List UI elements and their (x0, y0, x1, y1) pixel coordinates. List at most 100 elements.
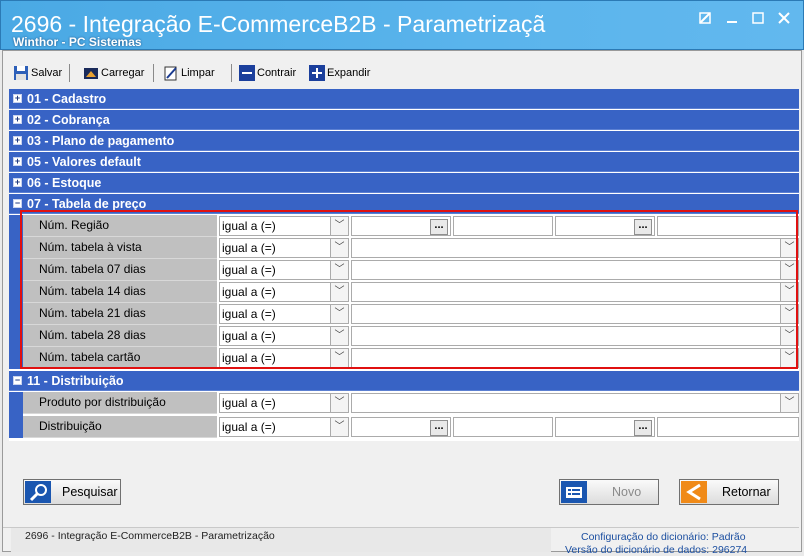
operator-select[interactable]: igual a (=) ﹀ (219, 417, 349, 437)
search-button[interactable]: Pesquisar (23, 479, 121, 505)
chevron-down-icon[interactable]: ﹀ (780, 261, 798, 279)
operator-select[interactable]: igual a (=) ﹀ (219, 326, 349, 346)
toolbar-separator (231, 64, 232, 82)
operator-select[interactable]: igual a (=) ﹀ (219, 260, 349, 280)
section-cobranca[interactable]: +02 - Cobrança (9, 110, 799, 130)
chevron-down-icon[interactable]: ﹀ (780, 283, 798, 301)
chevron-down-icon[interactable]: ﹀ (780, 239, 798, 257)
value-from-desc (453, 216, 553, 236)
collapse-button[interactable]: Contrair (239, 64, 296, 82)
chevron-down-icon[interactable]: ﹀ (330, 418, 348, 436)
chevron-down-icon[interactable]: ﹀ (330, 283, 348, 301)
maximize-icon[interactable] (749, 11, 767, 27)
new-record-icon (560, 480, 590, 504)
value-to-input[interactable]: ... (555, 216, 655, 236)
value-to-input[interactable]: ... (555, 417, 655, 437)
chevron-down-icon[interactable]: ﹀ (330, 394, 348, 412)
ellipsis-button[interactable]: ... (430, 219, 448, 235)
value-select[interactable]: ﹀ (351, 348, 799, 368)
operator-select[interactable]: igual a (=) ﹀ (219, 282, 349, 302)
collapse-toggle-icon[interactable]: − (13, 199, 22, 208)
row-label: Distribuição (23, 416, 217, 438)
table-row: Núm. tabela 07 dias igual a (=) ﹀ ﹀ (23, 259, 799, 281)
toolbar-separator (153, 64, 154, 82)
value-from-input[interactable]: ... (351, 417, 451, 437)
value-select[interactable]: ﹀ (351, 238, 799, 258)
section-tabela-preco-rows: Núm. Região igual a (=) ﹀ ... ... Núm. ta… (9, 215, 799, 369)
expand-toggle-icon[interactable]: + (13, 136, 22, 145)
value-select[interactable]: ﹀ (351, 260, 799, 280)
section-tabela-preco[interactable]: −07 - Tabela de preço (9, 194, 799, 214)
expand-icon (309, 65, 325, 81)
collapse-icon (239, 65, 255, 81)
operator-select[interactable]: igual a (=) ﹀ (219, 238, 349, 258)
section-valores-default[interactable]: +05 - Valores default (9, 152, 799, 172)
operator-select[interactable]: igual a (=) ﹀ (219, 304, 349, 324)
chevron-down-icon[interactable]: ﹀ (780, 349, 798, 367)
close-icon[interactable] (775, 11, 793, 27)
save-button[interactable]: Salvar (13, 64, 62, 82)
load-icon (83, 65, 99, 81)
chevron-down-icon[interactable]: ﹀ (330, 327, 348, 345)
row-label: Núm. tabela 21 dias (23, 303, 217, 325)
chevron-down-icon[interactable]: ﹀ (330, 217, 348, 235)
ellipsis-button[interactable]: ... (634, 420, 652, 436)
expand-label: Expandir (327, 67, 371, 79)
expand-toggle-icon[interactable]: + (13, 178, 22, 187)
load-button[interactable]: Carregar (83, 64, 144, 82)
section-plano-pagamento[interactable]: +03 - Plano de pagamento (9, 131, 799, 151)
operator-select[interactable]: igual a (=) ﹀ (219, 348, 349, 368)
restore-icon[interactable] (696, 11, 714, 27)
expand-toggle-icon[interactable]: + (13, 157, 22, 166)
value-select[interactable]: ﹀ (351, 393, 799, 413)
back-label: Retornar (722, 485, 771, 499)
expand-toggle-icon[interactable]: + (13, 115, 22, 124)
ellipsis-button[interactable]: ... (430, 420, 448, 436)
toolbar: Salvar Carregar Limpar Contrair Expandir (3, 51, 799, 91)
operator-select[interactable]: igual a (=) ﹀ (219, 216, 349, 236)
chevron-down-icon[interactable]: ﹀ (780, 327, 798, 345)
save-label: Salvar (31, 67, 63, 79)
chevron-down-icon[interactable]: ﹀ (780, 394, 798, 412)
row-label: Núm. Região (23, 215, 217, 237)
status-version: Versão do dicionário de dados: 296274 (565, 544, 748, 556)
value-from-input[interactable]: ... (351, 216, 451, 236)
load-label: Carregar (101, 67, 145, 79)
section-title: 01 - Cadastro (27, 92, 107, 106)
table-row: Núm. tabela à vista igual a (=) ﹀ ﹀ (23, 237, 799, 259)
table-row: Núm. tabela 21 dias igual a (=) ﹀ ﹀ (23, 303, 799, 325)
value-select[interactable]: ﹀ (351, 282, 799, 302)
new-button[interactable]: Novo (559, 479, 659, 505)
operator-select[interactable]: igual a (=) ﹀ (219, 393, 349, 413)
ellipsis-button[interactable]: ... (634, 219, 652, 235)
chevron-down-icon[interactable]: ﹀ (330, 349, 348, 367)
value-to-desc (657, 417, 799, 437)
table-row: Núm. tabela 28 dias igual a (=) ﹀ ﹀ (23, 325, 799, 347)
chevron-down-icon[interactable]: ﹀ (330, 261, 348, 279)
clear-button[interactable]: Limpar (163, 64, 215, 82)
clear-icon (163, 65, 179, 81)
minimize-icon[interactable] (723, 11, 741, 27)
chevron-down-icon[interactable]: ﹀ (780, 305, 798, 323)
new-label: Novo (612, 485, 642, 499)
value-select[interactable]: ﹀ (351, 304, 799, 324)
value-select[interactable]: ﹀ (351, 326, 799, 346)
clear-label: Limpar (181, 67, 215, 79)
expand-toggle-icon[interactable]: + (13, 94, 22, 103)
section-indent-bar (9, 215, 23, 369)
section-cadastro[interactable]: +01 - Cadastro (9, 89, 799, 109)
chevron-down-icon[interactable]: ﹀ (330, 305, 348, 323)
collapse-toggle-icon[interactable]: − (13, 376, 22, 385)
section-estoque[interactable]: +06 - Estoque (9, 173, 799, 193)
row-label: Núm. tabela 14 dias (23, 281, 217, 303)
expand-button[interactable]: Expandir (309, 64, 370, 82)
search-label: Pesquisar (62, 485, 118, 499)
parameter-grid: +01 - Cadastro +02 - Cobrança +03 - Plan… (9, 89, 799, 441)
section-distribuicao-rows: Produto por distribuição igual a (=) ﹀ ﹀ … (9, 392, 799, 438)
table-row: Produto por distribuição igual a (=) ﹀ ﹀ (23, 392, 799, 414)
chevron-down-icon[interactable]: ﹀ (330, 239, 348, 257)
section-distribuicao[interactable]: −11 - Distribuição (9, 371, 799, 391)
back-button[interactable]: Retornar (679, 479, 779, 505)
section-title: 03 - Plano de pagamento (27, 134, 175, 148)
row-label: Núm. tabela 07 dias (23, 259, 217, 281)
